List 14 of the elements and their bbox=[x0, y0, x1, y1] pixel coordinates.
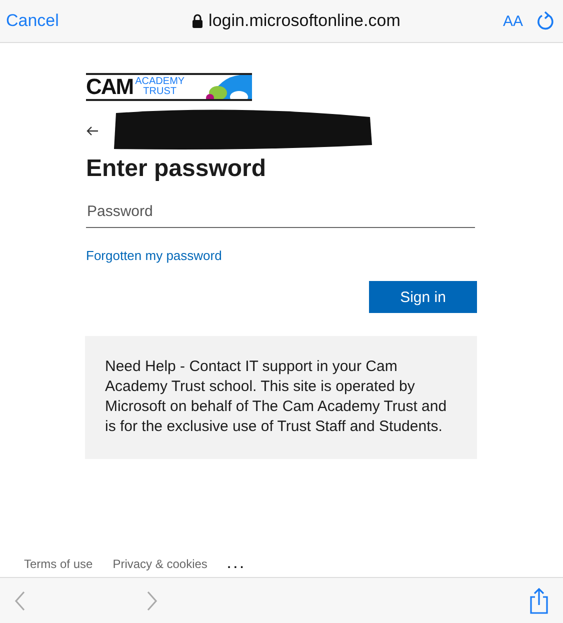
share-icon[interactable] bbox=[529, 588, 549, 614]
text-size-button[interactable]: AA bbox=[502, 12, 523, 30]
help-text: Need Help - Contact IT support in your Cam Academy Trust school. This site is operated by Microsoft on behalf of The Cam Academy Trust and is for the exclusive use of Trust Staff and Students. bbox=[85, 336, 477, 459]
address-text[interactable]: login.microsoftonline.com bbox=[208, 11, 400, 31]
forgot-password-link[interactable]: Forgotten my password bbox=[86, 248, 222, 263]
reload-icon[interactable] bbox=[537, 11, 555, 31]
more-link[interactable]: ... bbox=[227, 557, 246, 571]
sign-in-button[interactable]: Sign in bbox=[369, 281, 477, 313]
lock-icon bbox=[192, 14, 203, 28]
page-heading: Enter password bbox=[86, 155, 268, 183]
footer-link[interactable]: Privacy & cookies bbox=[112, 557, 208, 571]
cancel-button[interactable]: Cancel bbox=[6, 11, 59, 31]
back-arrow-icon[interactable] bbox=[86, 126, 99, 136]
footer-link[interactable]: Terms of use bbox=[24, 557, 93, 571]
